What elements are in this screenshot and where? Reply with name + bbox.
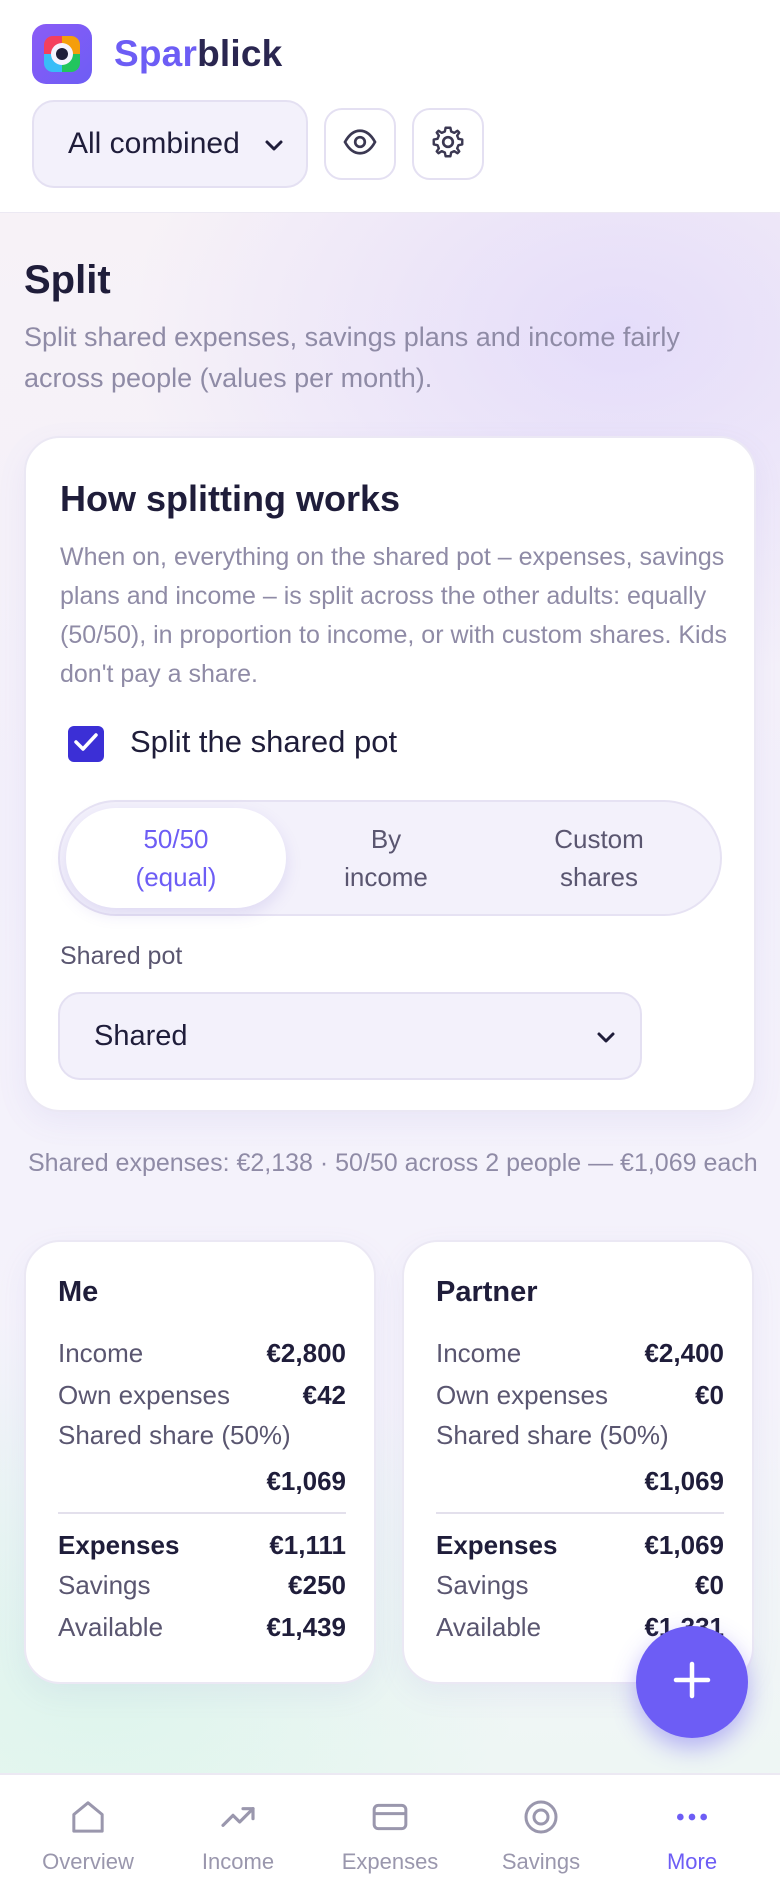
mode-custom-shares-button[interactable]: Custom shares <box>486 808 712 908</box>
brand-logo[interactable]: Sparblick <box>32 24 282 84</box>
add-entry-button[interactable] <box>636 1626 748 1738</box>
person-card: Partner Income €2,400 Own expenses €0 Shar… <box>402 1240 754 1684</box>
more-icon <box>672 1795 712 1839</box>
available-row: Available €1,439 <box>58 1612 346 1642</box>
shared-share-value: €1,069 <box>266 1466 346 1496</box>
shared-share-value: €1,069 <box>644 1466 724 1496</box>
shared-share-label: Shared share (50%) <box>58 1420 291 1450</box>
logo-icon <box>32 24 92 84</box>
nav-item-expenses[interactable]: Expenses <box>312 1775 468 1894</box>
bottom-nav: Overview Income Expenses Savings More <box>0 1773 780 1894</box>
nav-label: More <box>666 1849 718 1874</box>
settings-button[interactable] <box>412 108 484 180</box>
mode-equal-button[interactable]: 50/50 (equal) <box>66 808 286 908</box>
scope-select[interactable]: All combined <box>32 100 308 188</box>
income-row: Income €2,800 <box>58 1338 346 1368</box>
split-mode-toggle: 50/50 (equal) By income Custom shares <box>58 800 722 916</box>
own-expenses-row: Own expenses €42 <box>58 1380 346 1410</box>
target-icon <box>521 1795 561 1839</box>
chevron-down-icon <box>264 127 284 161</box>
visibility-toggle-button[interactable] <box>324 108 396 180</box>
nav-item-income[interactable]: Income <box>160 1775 316 1894</box>
chevron-down-icon <box>596 1020 616 1053</box>
mode-by-income-button[interactable]: By income <box>286 808 486 908</box>
card-description: When on, everything on the shared pot – … <box>60 543 727 688</box>
savings-row: Savings €250 <box>58 1570 346 1600</box>
nav-label: Expenses <box>341 1849 439 1874</box>
expenses-row: Expenses €1,069 <box>436 1530 724 1560</box>
expenses-row: Expenses €1,111 <box>58 1530 346 1560</box>
split-summary: Shared expenses: €2,138 · 50/50 across 2… <box>28 1149 758 1177</box>
card-title: How splitting works <box>60 478 401 519</box>
nav-item-more[interactable]: More <box>614 1775 770 1894</box>
divider <box>58 1512 346 1514</box>
shared-pot-label: Shared pot <box>60 942 183 970</box>
split-settings-card: How splitting works When on, everything … <box>24 436 756 1112</box>
eye-icon <box>342 124 378 165</box>
gear-icon <box>430 124 466 165</box>
plus-icon <box>672 1660 712 1705</box>
own-expenses-row: Own expenses €0 <box>436 1380 724 1410</box>
nav-label: Overview <box>42 1849 134 1874</box>
split-pot-checkbox[interactable] <box>68 726 104 762</box>
shared-pot-value: Shared <box>94 1019 188 1052</box>
savings-row: Savings €0 <box>436 1570 724 1600</box>
trending-up-icon <box>218 1795 258 1839</box>
app-header: Sparblick All combined <box>0 0 780 213</box>
shared-share-label: Shared share (50%) <box>436 1420 669 1450</box>
divider <box>436 1512 724 1514</box>
person-name: Me <box>58 1276 99 1308</box>
split-pot-label[interactable]: Split the shared pot <box>130 724 397 760</box>
income-row: Income €2,400 <box>436 1338 724 1368</box>
checkmark-icon <box>73 731 99 758</box>
nav-label: Income <box>201 1849 275 1874</box>
card-icon <box>369 1795 411 1839</box>
nav-label: Savings <box>501 1849 581 1874</box>
page-title: Split <box>24 258 111 302</box>
nav-item-savings[interactable]: Savings <box>463 1775 619 1894</box>
page-subtitle: Split shared expenses, savings plans and… <box>24 322 680 393</box>
nav-item-overview[interactable]: Overview <box>10 1775 166 1894</box>
person-card: Me Income €2,800 Own expenses €42 Shared s… <box>24 1240 376 1684</box>
shared-pot-select[interactable]: Shared <box>58 992 642 1080</box>
brand-name: Sparblick <box>114 33 283 74</box>
home-icon <box>68 1795 108 1839</box>
person-name: Partner <box>436 1276 538 1308</box>
scope-select-value: All combined <box>68 127 240 160</box>
